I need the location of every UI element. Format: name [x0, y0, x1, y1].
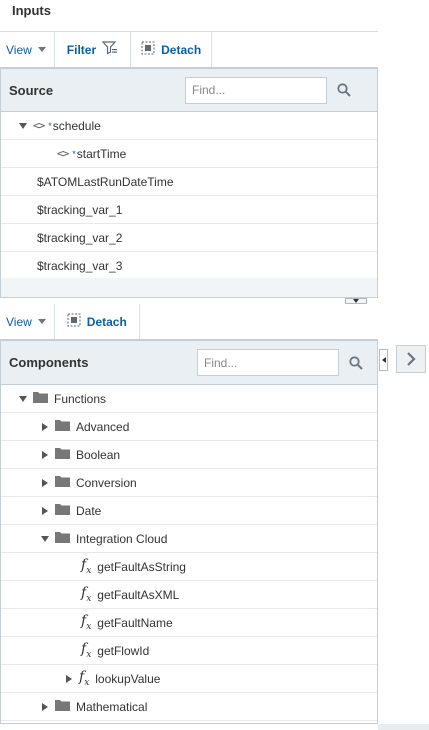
function-icon: fx: [81, 641, 92, 660]
tree-row-label: Integration Cloud: [76, 531, 168, 546]
tree-row-label: Date: [76, 503, 102, 518]
tree-row-tracking-var-2[interactable]: $tracking_var_2: [1, 224, 377, 252]
view-label: View: [6, 42, 32, 57]
source-panel-header: Source: [0, 68, 378, 112]
source-tree: <> * schedule <> * startTime $ATOMLastRu…: [0, 112, 378, 278]
tree-row-label: Advanced: [76, 419, 130, 434]
components-panel-header: Components: [0, 340, 378, 385]
tree-row-starttime[interactable]: <> * startTime: [1, 140, 377, 168]
detach-icon: [67, 313, 81, 330]
function-icon: fx: [81, 557, 92, 576]
collapsed-triangle-icon[interactable]: [39, 506, 51, 515]
search-icon: [349, 355, 363, 370]
tree-row-label: Conversion: [76, 475, 137, 490]
collapsed-triangle-icon[interactable]: [39, 702, 51, 711]
source-search-button[interactable]: [327, 77, 361, 104]
folder-icon: [33, 391, 48, 406]
tree-row-atomlastrundatetime[interactable]: $ATOMLastRunDateTime: [1, 168, 377, 196]
function-icon: fx: [79, 669, 90, 688]
folder-icon: [55, 531, 70, 546]
chevron-down-icon: [353, 299, 359, 303]
tree-row-tracking-var-3[interactable]: $tracking_var_3: [1, 252, 377, 278]
components-view-menu[interactable]: View: [0, 304, 55, 339]
collapse-panel-button[interactable]: [379, 349, 388, 371]
source-detach-button[interactable]: Detach: [131, 32, 213, 67]
tree-row-functions[interactable]: Functions: [1, 385, 377, 413]
view-label: View: [6, 314, 32, 329]
tree-row-label: $tracking_var_2: [37, 230, 123, 245]
source-view-menu[interactable]: View: [0, 32, 55, 67]
tree-row-conversion[interactable]: Conversion: [1, 469, 377, 497]
tree-row-label: Mathematical: [76, 699, 148, 714]
tree-row-tracking-var-1[interactable]: $tracking_var_1: [1, 196, 377, 224]
components-tree: Functions Advanced Boolean Conversion Da…: [0, 385, 378, 724]
components-search-button[interactable]: [339, 349, 373, 376]
inputs-header: [0, 0, 378, 32]
page-title: Inputs: [12, 3, 51, 18]
tree-row-schedule[interactable]: <> * schedule: [1, 112, 377, 140]
components-search-input[interactable]: [197, 349, 339, 376]
tree-row-lookupvalue[interactable]: fx lookupValue: [1, 665, 377, 693]
tree-row-getflowid[interactable]: fx getFlowId: [1, 637, 377, 665]
folder-icon: [55, 699, 70, 714]
expanded-triangle-icon[interactable]: [39, 535, 51, 542]
components-toolbar: View Detach: [0, 304, 378, 340]
source-title: Source: [9, 82, 54, 98]
function-icon: fx: [81, 613, 92, 632]
expanded-triangle-icon[interactable]: [17, 395, 29, 402]
chevron-left-icon: [381, 357, 386, 363]
bottom-edge: [378, 724, 429, 730]
expanded-triangle-icon[interactable]: [17, 122, 29, 129]
tree-row-date[interactable]: Date: [1, 497, 377, 525]
chevron-down-icon: [37, 319, 46, 324]
tree-row-getfaultasstring[interactable]: fx getFaultAsString: [1, 553, 377, 581]
source-search-input[interactable]: [185, 76, 327, 104]
tree-row-getfaultname[interactable]: fx getFaultName: [1, 609, 377, 637]
tree-row-getfaultasxml[interactable]: fx getFaultAsXML: [1, 581, 377, 609]
tree-row-integration-cloud[interactable]: Integration Cloud: [1, 525, 377, 553]
tree-row-label: Functions: [54, 391, 107, 406]
required-marker: *: [72, 148, 76, 159]
expand-panel-button[interactable]: [396, 345, 426, 373]
tree-row-label: $tracking_var_3: [37, 258, 123, 273]
tree-row-advanced[interactable]: Advanced: [1, 413, 377, 441]
folder-icon: [55, 447, 70, 462]
source-scroll-area[interactable]: [0, 278, 378, 298]
tree-row-label: getFaultName: [97, 615, 173, 630]
tree-row-label: getFaultAsString: [97, 559, 186, 574]
collapsed-triangle-icon[interactable]: [39, 450, 51, 459]
required-marker: *: [48, 120, 52, 131]
collapsed-triangle-icon[interactable]: [63, 674, 75, 683]
detach-label: Detach: [86, 314, 127, 329]
element-icon: <>: [33, 119, 45, 132]
chevron-down-icon: [37, 47, 46, 52]
tree-row-label: schedule: [52, 118, 101, 133]
folder-icon: [55, 503, 70, 518]
tree-row-label: $ATOMLastRunDateTime: [37, 174, 174, 189]
tree-row-label: lookupValue: [95, 671, 161, 686]
detach-label: Detach: [161, 42, 202, 57]
components-title: Components: [9, 355, 89, 370]
element-icon: <>: [57, 147, 69, 160]
tree-row-label: getFlowId: [97, 643, 150, 658]
function-icon: fx: [81, 585, 92, 604]
tree-row-mathematical[interactable]: Mathematical: [1, 693, 377, 721]
collapsed-triangle-icon[interactable]: [39, 478, 51, 487]
filter-icon: [101, 41, 118, 58]
tree-row-boolean[interactable]: Boolean: [1, 441, 377, 469]
search-icon: [337, 83, 351, 97]
chevron-right-icon: [407, 352, 416, 366]
tree-row-label: startTime: [76, 146, 127, 161]
source-toolbar: View Filter Detach: [0, 32, 378, 68]
folder-icon: [55, 475, 70, 490]
tree-row-label: $tracking_var_1: [37, 202, 123, 217]
detach-icon: [141, 41, 155, 58]
filter-label: Filter: [66, 42, 97, 57]
folder-icon: [55, 419, 70, 434]
collapsed-triangle-icon[interactable]: [39, 422, 51, 431]
tree-row-label: getFaultAsXML: [97, 587, 180, 602]
filter-button[interactable]: Filter: [55, 32, 132, 67]
components-detach-button[interactable]: Detach: [55, 304, 140, 339]
tree-row-label: Boolean: [76, 447, 121, 462]
